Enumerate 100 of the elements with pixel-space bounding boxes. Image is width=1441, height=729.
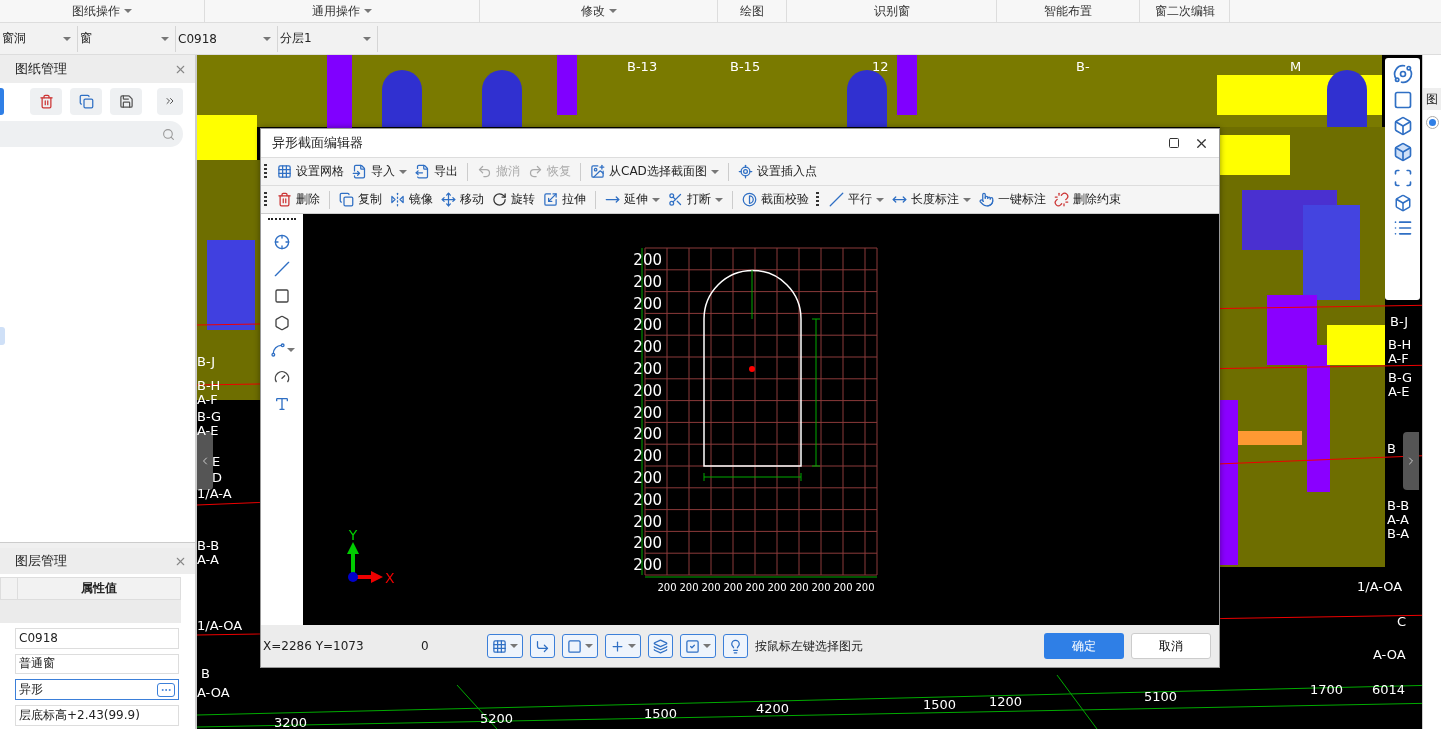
toggle-button[interactable] [680, 634, 716, 658]
mirror-icon [390, 192, 405, 207]
grid-label: 200 [723, 582, 743, 593]
orbit-icon[interactable] [1392, 64, 1413, 84]
axis-label: B-B [197, 539, 220, 553]
y-axis-label: Y [348, 527, 358, 543]
toolbar-button[interactable]: 删除 [273, 189, 324, 210]
axis-label: B-J [1390, 315, 1409, 329]
axis-label: B [1387, 442, 1396, 456]
cube-icon[interactable] [1393, 194, 1412, 212]
toolbar-button[interactable]: 复制 [335, 189, 386, 210]
grid-label: 200 [701, 582, 721, 593]
save-button[interactable] [110, 87, 142, 115]
value-field[interactable]: 层底标高+2.43(99.9) [15, 705, 179, 726]
axis-indicator [347, 542, 383, 583]
toolbar-button[interactable]: 导出 [411, 161, 462, 182]
copy-button[interactable] [70, 87, 102, 115]
toolbar-button[interactable]: 延伸 [601, 189, 664, 210]
menu-tab[interactable]: 智能布置 [997, 0, 1140, 22]
value-field[interactable]: 普通窗 [15, 653, 179, 675]
axis-label: B-15 [730, 60, 761, 74]
menu-tab[interactable]: 窗二次编辑 [1140, 0, 1230, 22]
toolbar-button[interactable]: 旋转 [488, 189, 539, 210]
axis-label: B-J [197, 355, 216, 369]
axis-label: 3200 [274, 716, 308, 729]
axis-label: B-B [1387, 499, 1410, 513]
toggle-button[interactable] [562, 634, 598, 658]
axis-label: 1/A-A [197, 487, 232, 501]
grid-label: 200 [633, 338, 662, 357]
maximize-icon[interactable] [1168, 137, 1180, 149]
toolbar-button[interactable]: 删除约束 [1050, 189, 1125, 210]
rectangle-icon [274, 288, 290, 304]
list-icon[interactable] [1392, 218, 1413, 238]
toggle-button[interactable] [530, 634, 555, 658]
dropdown-select[interactable]: 分层1 [278, 25, 378, 52]
toolbar-button[interactable]: 平行 [825, 189, 888, 210]
square-icon[interactable] [1392, 90, 1413, 110]
copy-icon [339, 192, 354, 207]
menu-tab[interactable]: 修改 [480, 0, 718, 22]
dropdown-select[interactable]: 窗洞 [0, 25, 78, 52]
menu-tab[interactable]: 通用操作 [205, 0, 480, 22]
search-field[interactable] [0, 121, 183, 147]
cube-icon[interactable] [1392, 116, 1413, 136]
toolbar-button[interactable]: 镜像 [386, 189, 437, 210]
cube-icon[interactable] [1392, 142, 1413, 162]
move-icon [441, 192, 456, 207]
more-button[interactable] [157, 682, 175, 697]
toolbar-button[interactable]: 设置插入点 [733, 161, 821, 182]
coordinates: X=2286 Y=1073 [263, 639, 365, 653]
grid-label: 200 [633, 534, 662, 553]
toolbar-button[interactable]: 从CAD选择截面图 [586, 161, 723, 182]
toolbar-button[interactable]: 设置网格 [273, 161, 348, 182]
toolbar-button[interactable]: 移动 [437, 189, 488, 210]
menu-tab[interactable]: 图纸操作 [0, 0, 205, 22]
text-tool-icon [274, 396, 290, 412]
line-icon [274, 261, 290, 277]
draw-tool-button[interactable] [274, 260, 290, 278]
draw-tool-button[interactable] [274, 395, 290, 413]
toggle-button[interactable] [648, 634, 673, 658]
frame-icon[interactable] [1392, 168, 1413, 188]
draw-tool-button[interactable] [274, 287, 290, 305]
x-axis-label: X [385, 570, 395, 586]
menu-tab[interactable]: 绘图 [718, 0, 787, 22]
crosshair-icon [737, 164, 753, 179]
grid-label: 200 [633, 360, 662, 378]
slash-icon [829, 192, 844, 207]
rotate-icon [492, 192, 507, 207]
value-field[interactable]: 异形 [15, 679, 179, 701]
grid-label: 200 [633, 425, 662, 444]
plus-icon [610, 638, 625, 654]
grid-label: 200 [855, 582, 875, 593]
ok-button[interactable]: 确定 [1044, 633, 1124, 659]
cancel-button[interactable]: 取消 [1131, 633, 1211, 659]
draw-tool-button[interactable] [274, 314, 290, 332]
toolbar-button[interactable]: 长度标注 [888, 189, 975, 210]
dropdown-select[interactable]: C0918 [176, 25, 278, 52]
value-field[interactable]: C0918 [15, 627, 179, 649]
delete-button[interactable] [30, 87, 62, 115]
axis-label: A-F [1388, 352, 1409, 366]
draw-tool-button[interactable] [274, 233, 290, 251]
panel-tab[interactable]: 图 [1423, 88, 1441, 110]
hint-button[interactable] [723, 634, 748, 658]
menu-tab[interactable]: 识别窗 [787, 0, 997, 22]
toggle-button[interactable] [487, 634, 523, 658]
draw-tool-button[interactable] [269, 341, 295, 359]
toolbar-grip[interactable] [264, 191, 267, 208]
toolbar-button[interactable]: 截面校验 [738, 189, 813, 210]
toolbar-grip[interactable] [264, 163, 267, 180]
toolbar-button[interactable]: 拉伸 [539, 189, 590, 210]
axis-label: A-OA [1373, 648, 1406, 662]
toggle-button[interactable] [605, 634, 641, 658]
button-edge[interactable] [0, 87, 4, 115]
toolbar-grip[interactable] [816, 191, 819, 208]
toolbar-button[interactable]: 导入 [348, 161, 411, 182]
dropdown-select[interactable]: 窗 [78, 25, 176, 52]
toolbar-button[interactable]: 打断 [664, 189, 727, 210]
caret-icon [263, 36, 271, 41]
dialog-title: 异形截面编辑器 [272, 134, 363, 152]
axis-label: 1/A-OA [1357, 580, 1403, 594]
toolbar-button[interactable]: 一键标注 [975, 189, 1050, 210]
